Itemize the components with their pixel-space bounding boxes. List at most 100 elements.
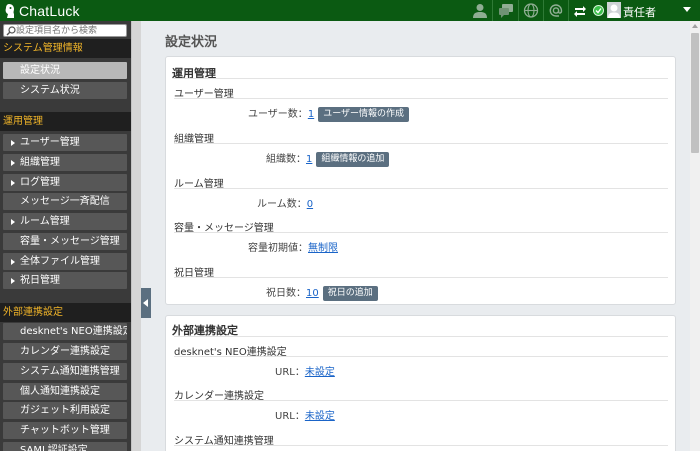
capacity-label: 容量初期値： [248,243,308,254]
room-count-label: ルーム数： [257,199,307,210]
user-count-row: ユーザー数：1 ユーザー情報の作成 [248,105,410,122]
app-name: ChatLuck [19,2,80,19]
sidebar-item-holiday-management[interactable]: 祝日管理 [3,272,127,289]
sidebar-item-label: 祝日管理 [20,275,60,286]
org-count-row: 組織数：1 組織情報の追加 [266,150,390,167]
sidebar-item-settings-status[interactable]: 設定状況 [3,62,127,79]
sidebar-item-calendar-integration[interactable]: カレンダー連携設定 [3,343,127,360]
app-logo[interactable]: ChatLuck [4,2,80,19]
sidebar-item-label: システム状況 [20,85,80,96]
sidebar-item-gadget[interactable]: ガジェット利用設定 [3,402,127,419]
capacity-row: 容量初期値：無制限 [248,239,338,254]
sidebar-item-label: ガジェット利用設定 [20,405,110,416]
divider [174,356,668,357]
user-count-link[interactable]: 1 [308,109,314,120]
caret-right-icon [11,180,15,186]
chevron-down-icon[interactable] [683,7,691,12]
collapse-sidebar-button[interactable] [141,288,151,318]
neo-url-row: URL：未設定 [275,363,335,378]
holiday-count-link[interactable]: 10 [306,288,319,299]
calendar-url-label: URL： [275,411,305,422]
create-user-button[interactable]: ユーザー情報の作成 [318,106,410,122]
chat-icon[interactable] [498,3,514,18]
section-external-integration: 外部連携設定 [0,303,131,322]
divider [174,232,668,233]
sidebar-item-label: 容量・メッセージ管理 [20,236,120,247]
sidebar-item-broadcast[interactable]: メッセージ一斉配信 [3,193,127,210]
page-title: 設定状況 [165,35,218,50]
caret-right-icon [11,160,15,166]
sidebar-item-room-management[interactable]: ルーム管理 [3,213,127,230]
sidebar-item-system-status[interactable]: システム状況 [3,82,127,99]
sidebar-item-system-notify[interactable]: システム通知連携管理 [3,363,127,380]
user-icon[interactable] [472,3,488,18]
sidebar-item-label: 全体ファイル管理 [20,256,100,267]
globe-icon[interactable] [523,3,539,18]
page-scrollbar[interactable] [690,21,700,451]
sidebar-splitter[interactable] [131,21,141,451]
divider [174,188,668,189]
online-status-icon[interactable] [593,5,604,16]
sidebar-item-label: ルーム管理 [20,216,70,227]
org-count-link[interactable]: 1 [306,154,312,165]
sidebar-item-label: メッセージ一斉配信 [20,196,110,207]
sidebar-item-label: 設定状況 [20,65,60,76]
sidebar-item-personal-notify[interactable]: 個人通知連携設定 [3,383,127,400]
divider [174,78,668,79]
sidebar-item-log-management[interactable]: ログ管理 [3,174,127,191]
caret-right-icon [11,259,15,265]
caret-right-icon [11,140,15,146]
room-count-link[interactable]: 0 [307,199,313,210]
sidebar-item-chatbot[interactable]: チャットボット管理 [3,422,127,439]
header-divider [568,0,569,21]
neo-url-label: URL： [275,367,305,378]
sidebar-item-capacity-management[interactable]: 容量・メッセージ管理 [3,233,127,250]
chatluck-logo-icon [5,3,15,18]
external-integration-panel: 外部連携設定 desknet's NEO連携設定 URL：未設定 カレンダー連携… [165,315,676,451]
calendar-url-link[interactable]: 未設定 [305,411,335,422]
avatar[interactable] [607,2,621,18]
divider [174,277,668,278]
divider [174,400,668,401]
divider [174,143,668,144]
sidebar-item-file-management[interactable]: 全体ファイル管理 [3,253,127,270]
sidebar-item-label: ユーザー管理 [20,137,80,148]
sidebar: システム管理情報 設定状況 システム状況 運用管理 ユーザー管理 組織管理 ログ… [0,21,131,451]
search-input[interactable] [16,25,124,36]
header-divider [492,0,493,21]
sidebar-item-label: チャットボット管理 [20,425,110,436]
sidebar-item-user-management[interactable]: ユーザー管理 [3,134,127,151]
room-count-row: ルーム数：0 [257,195,313,210]
caret-right-icon [11,278,15,284]
org-count-label: 組織数： [266,154,306,165]
operations-panel: 運用管理 ユーザー管理 ユーザー数：1 ユーザー情報の作成 組織管理 組織数：1 組… [165,56,676,305]
scroll-thumb[interactable] [691,33,699,153]
sidebar-item-label: カレンダー連携設定 [20,346,110,357]
divider [174,98,668,99]
sidebar-item-saml[interactable]: SAML認証設定 [3,442,127,451]
header-divider [543,0,544,21]
divider [174,445,668,446]
neo-url-link[interactable]: 未設定 [305,367,335,378]
scroll-up-icon[interactable] [692,24,698,28]
sidebar-item-label: SAML認証設定 [20,445,88,451]
holiday-count-label: 祝日数： [266,288,306,299]
sidebar-item-label: 個人通知連携設定 [20,386,100,397]
calendar-url-row: URL：未設定 [275,407,335,422]
user-name[interactable]: 責任者 [623,4,656,20]
section-system-info: システム管理情報 [0,39,131,58]
swap-icon[interactable] [573,3,587,18]
top-bar: ChatLuck 責任者 [0,0,700,21]
add-holiday-button[interactable]: 祝日の追加 [322,285,378,301]
settings-search [3,24,127,37]
user-count-label: ユーザー数： [248,109,308,120]
search-icon [6,26,16,36]
capacity-link[interactable]: 無制限 [308,243,338,254]
mention-icon[interactable] [548,3,564,18]
section-operations: 運用管理 [0,112,131,131]
sidebar-item-label: 組織管理 [20,157,60,168]
sidebar-item-org-management[interactable]: 組織管理 [3,154,127,171]
add-org-button[interactable]: 組織情報の追加 [316,151,390,167]
sidebar-item-neo-integration[interactable]: desknet's NEO連携設定 [3,323,127,340]
sidebar-item-label: システム通知連携管理 [20,366,120,377]
